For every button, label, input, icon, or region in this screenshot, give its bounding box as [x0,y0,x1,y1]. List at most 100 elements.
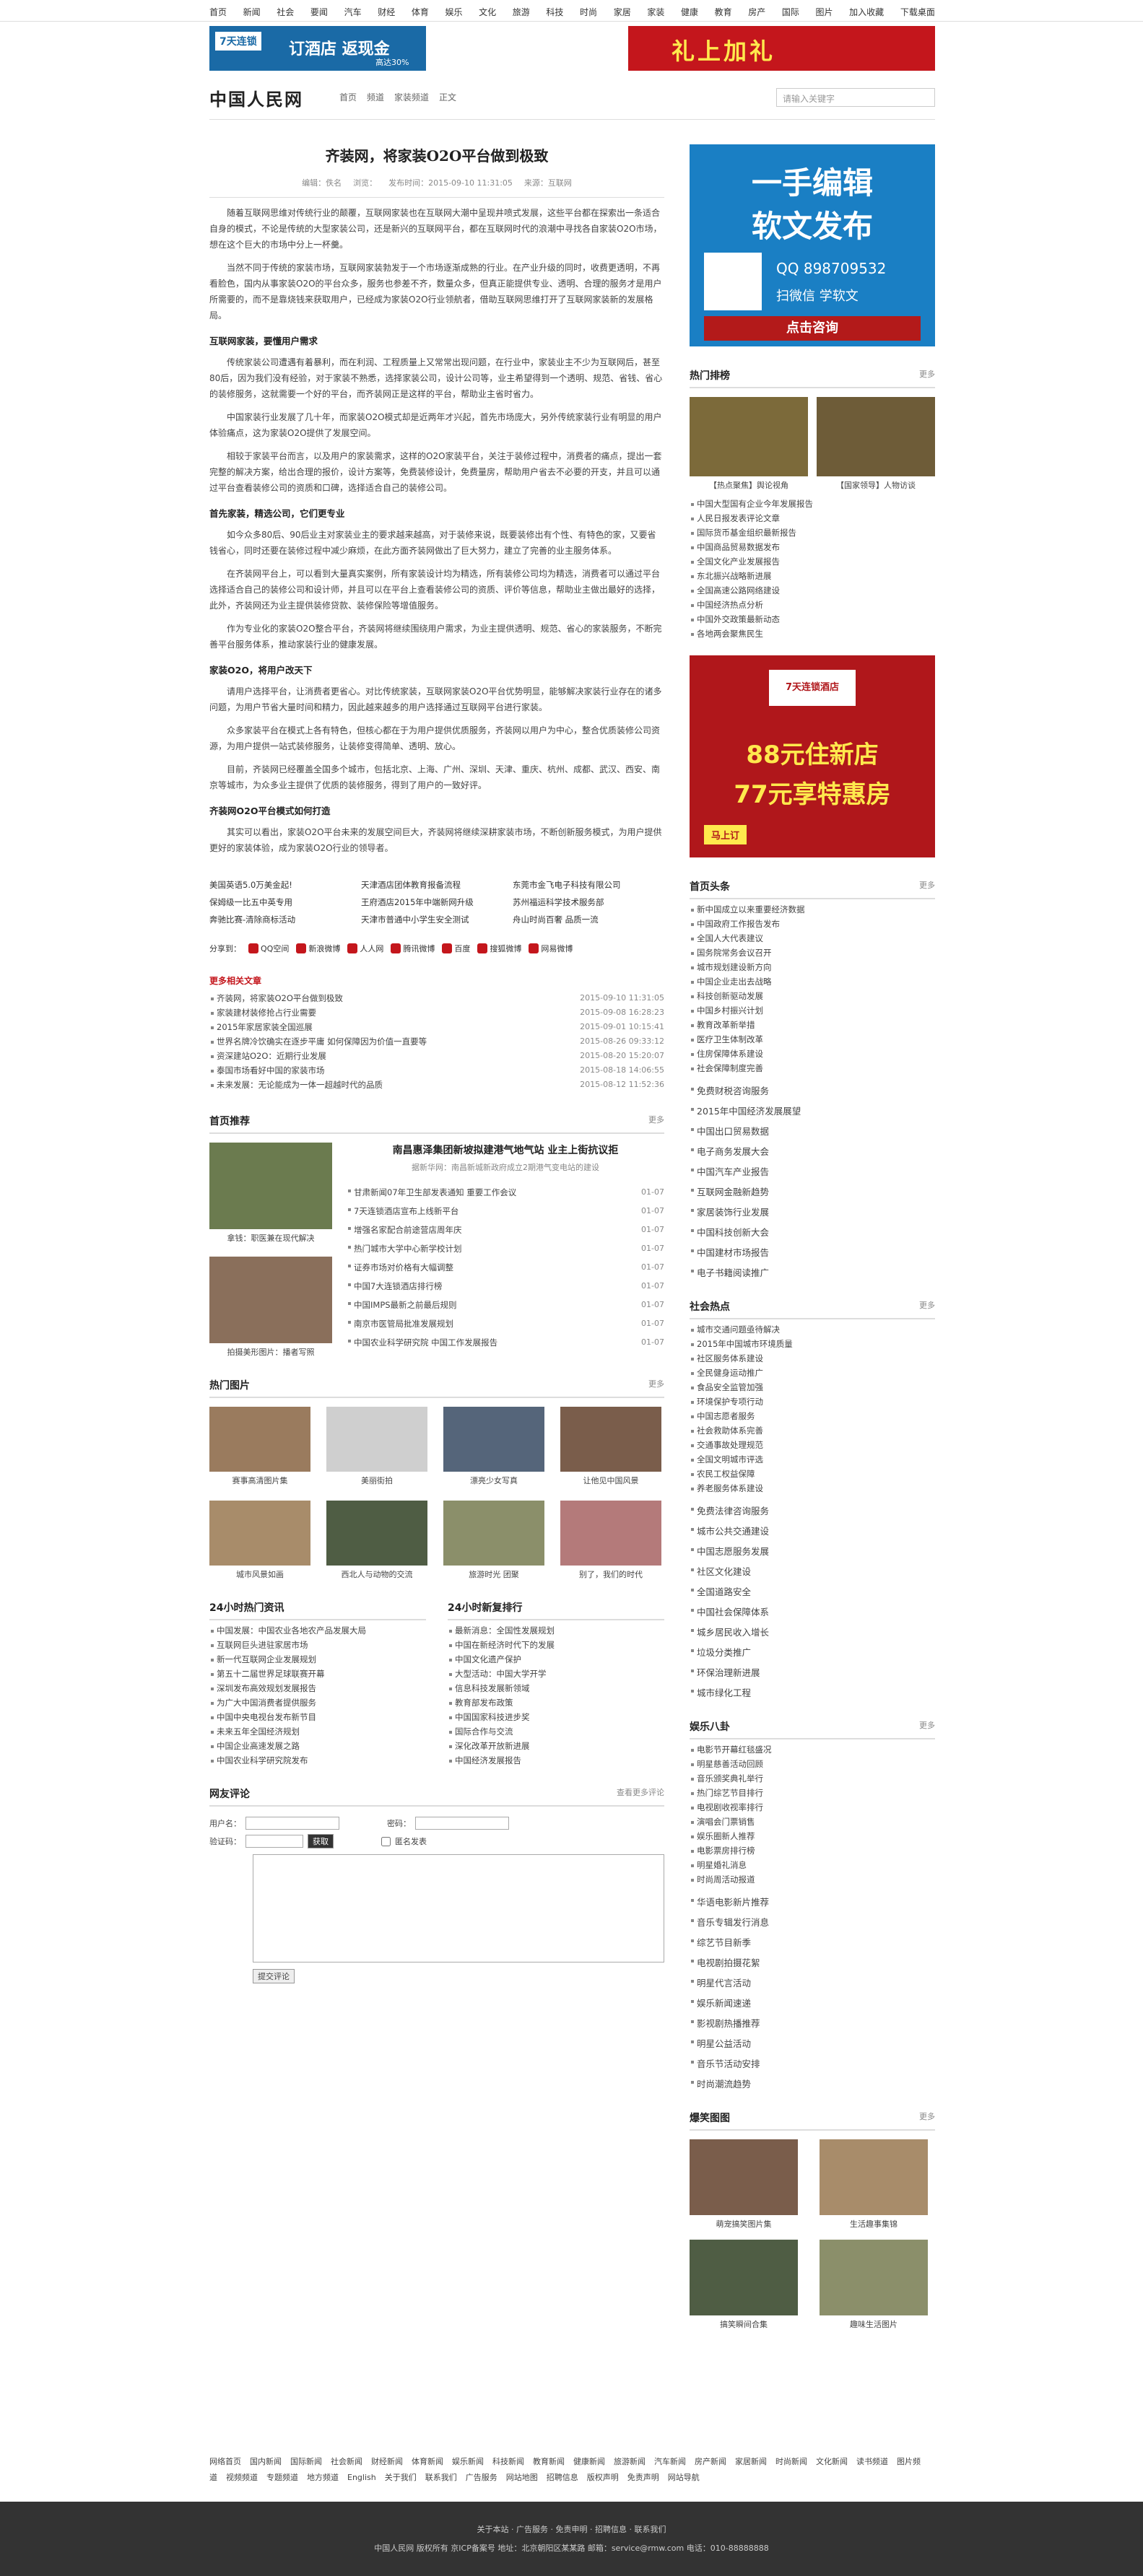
footer-link[interactable]: 读书频道 [856,2457,888,2466]
social-item2[interactable]: 城乡居民收入增长 [690,1623,935,1643]
hot-rank-item[interactable]: 全国高速公路网络建设 [690,583,935,598]
footer-link[interactable]: 免责声明 [627,2473,659,2482]
top-nav-link[interactable]: 图片 [816,6,833,18]
funny-item[interactable]: 趣味生活图片 [820,2240,928,2330]
home-rec-item[interactable]: 南京市医管局批准发展规划 01-07 [347,1314,664,1333]
top24b-item[interactable]: 中国在新经济时代下的发展 [448,1638,664,1652]
ent-item[interactable]: 娱乐圈新人推荐 [690,1829,935,1843]
funny-more[interactable]: 更多 [919,2110,935,2125]
footer-link[interactable]: 娱乐新闻 [452,2457,484,2466]
social-item[interactable]: 2015年中国城市环境质量 [690,1337,935,1351]
home-rec-headline[interactable]: 南昌惠泽集团新坡拟建港气地气站 业主上街抗议拒 [347,1143,664,1157]
hot-image-item[interactable]: 美丽街拍 [326,1407,427,1486]
ent-item2[interactable]: 综艺节目新季 [690,1933,935,1953]
top-nav-link[interactable]: 娱乐 [445,6,462,18]
share-item[interactable]: 新浪微博 [296,943,340,954]
top-nav-link[interactable]: 社会 [277,6,294,18]
top-nav-link[interactable]: 时尚 [580,6,597,18]
share-item[interactable]: 腾讯微博 [391,943,435,954]
ad-link[interactable]: 苏州福运科学技术服务部 [513,894,664,911]
hot-rank-item[interactable]: 中国外交政策最新动态 [690,612,935,626]
hot-rank-item[interactable]: 国际货币基金组织最新报告 [690,525,935,540]
top-nav-link[interactable]: 体育 [412,6,429,18]
headline-item[interactable]: 社会保障制度完善 [690,1061,935,1075]
ent-item2[interactable]: 明星公益活动 [690,2034,935,2054]
social-item[interactable]: 社会救助体系完善 [690,1423,935,1438]
footer-link[interactable]: 科技新闻 [492,2457,524,2466]
social-item[interactable]: 交通事故处理规范 [690,1438,935,1452]
share-item[interactable]: 人人网 [347,943,383,954]
footer-link[interactable]: 视频频道 [226,2473,258,2482]
hot-images-more[interactable]: 更多 [648,1378,664,1392]
top-nav-link[interactable]: 健康 [681,6,698,18]
ent-item2[interactable]: 电视剧拍摄花絮 [690,1953,935,1973]
social-item2[interactable]: 垃圾分类推广 [690,1643,935,1663]
hot-rank-item[interactable]: 人民日报发表评论文章 [690,511,935,525]
social-item2[interactable]: 全国道路安全 [690,1582,935,1602]
headline-item2[interactable]: 互联网金融新趋势 [690,1182,935,1202]
social-item[interactable]: 养老服务体系建设 [690,1481,935,1496]
related-item[interactable]: 家装建材装修抢占行业需要 2015-09-08 16:28:23 [209,1005,664,1020]
ad-hotel-cta[interactable]: 马上订 [704,825,747,844]
headline-item2[interactable]: 中国建材市场报告 [690,1243,935,1263]
headline-item2[interactable]: 2015年中国经济发展展望 [690,1101,935,1122]
footer-link[interactable]: 房产新闻 [695,2457,726,2466]
hot-rank-item[interactable]: 各地两会聚焦民生 [690,626,935,641]
footer-link[interactable]: 社会新闻 [331,2457,362,2466]
site-logo[interactable]: 中国人民网 [209,85,325,111]
ent-item2[interactable]: 娱乐新闻速递 [690,1994,935,2014]
ent-item[interactable]: 电视剧收视率排行 [690,1800,935,1815]
breadcrumb-item[interactable]: 家装频道 [394,91,429,103]
social-item2[interactable]: 环保治理新进展 [690,1663,935,1683]
footer-link[interactable]: 网络首页 [209,2457,241,2466]
top-nav-link[interactable]: 首页 [209,6,227,18]
top24b-item[interactable]: 国际合作与交流 [448,1724,664,1739]
social-more[interactable]: 更多 [919,1299,935,1314]
ent-item2[interactable]: 明星代言活动 [690,1973,935,1994]
top24b-item[interactable]: 最新消息：全国性发展规划 [448,1623,664,1638]
social-item[interactable]: 食品安全监管加强 [690,1380,935,1394]
ad-link[interactable]: 王府酒店2015年中端新网升级 [361,894,513,911]
ent-item[interactable]: 明星慈善活动回顾 [690,1757,935,1771]
headline-item[interactable]: 城市规划建设新方向 [690,960,935,974]
social-item[interactable]: 农民工权益保障 [690,1467,935,1481]
social-item[interactable]: 中国志愿者服务 [690,1409,935,1423]
related-item[interactable]: 2015年家居家装全国巡展 2015-09-01 10:15:41 [209,1020,664,1034]
top24-item[interactable]: 中国农业科学研究院发布 [209,1753,426,1768]
footer-link[interactable]: 网站导航 [668,2473,700,2482]
breadcrumb-item[interactable]: 首页 [339,91,357,103]
hot-rank-item[interactable]: 中国商品贸易数据发布 [690,540,935,554]
related-item[interactable]: 未来发展：无论能成为一体一超越时代的品质 2015-08-12 11:52:36 [209,1078,664,1092]
ent-item[interactable]: 明星婚礼消息 [690,1858,935,1872]
ent-item[interactable]: 音乐颁奖典礼举行 [690,1771,935,1786]
top24-item[interactable]: 中国中央电视台发布新节目 [209,1710,426,1724]
home-rec-item[interactable]: 中国7大连锁酒店排行榜 01-07 [347,1277,664,1296]
submit-comment-button[interactable]: 提交评论 [253,1969,295,1983]
headline-item2[interactable]: 电子书籍阅读推广 [690,1263,935,1283]
headline-item[interactable]: 中国企业走出去战略 [690,974,935,989]
social-item[interactable]: 环境保护专项行动 [690,1394,935,1409]
sidebar-ad-edit[interactable]: 一手编辑 软文发布 QQ 898709532 扫微信 学软文 点击咨询 [690,144,935,346]
top-nav-link[interactable]: 文化 [479,6,496,18]
footer-link[interactable]: 联系我们 [425,2473,457,2482]
top24-item[interactable]: 未来五年全国经济规划 [209,1724,426,1739]
top24b-item[interactable]: 中国经济发展报告 [448,1753,664,1768]
footer-link[interactable]: 文化新闻 [816,2457,848,2466]
top-nav-link[interactable]: 新闻 [243,6,261,18]
headline-item2[interactable]: 免费财税咨询服务 [690,1081,935,1101]
sidebar-ad-hotel[interactable]: 7天连锁酒店 88元住新店 77元享特惠房 马上订 [690,655,935,857]
footer-link[interactable]: 关于我们 [385,2473,417,2482]
home-rec-item[interactable]: 7天连锁酒店宣布上线新平台 01-07 [347,1202,664,1221]
hot-rank-thumb[interactable]: 【热点聚焦】舆论视角 [690,397,808,491]
footer-link[interactable]: 网站地图 [506,2473,538,2482]
ad-link[interactable]: 保姆级一比五中英专用 [209,894,361,911]
hot-rank-item[interactable]: 中国大型国有企业今年发展报告 [690,497,935,511]
top-nav-link[interactable]: 家装 [647,6,664,18]
top24-item[interactable]: 互联网巨头进驻家居市场 [209,1638,426,1652]
anonymous-checkbox[interactable] [381,1836,391,1846]
funny-item[interactable]: 生活趣事集锦 [820,2139,928,2230]
funny-item[interactable]: 萌宠搞笑图片集 [690,2139,798,2230]
ent-more[interactable]: 更多 [919,1719,935,1734]
social-item[interactable]: 全国文明城市评选 [690,1452,935,1467]
ad-link[interactable]: 天津市普通中小学生安全测试 [361,911,513,928]
